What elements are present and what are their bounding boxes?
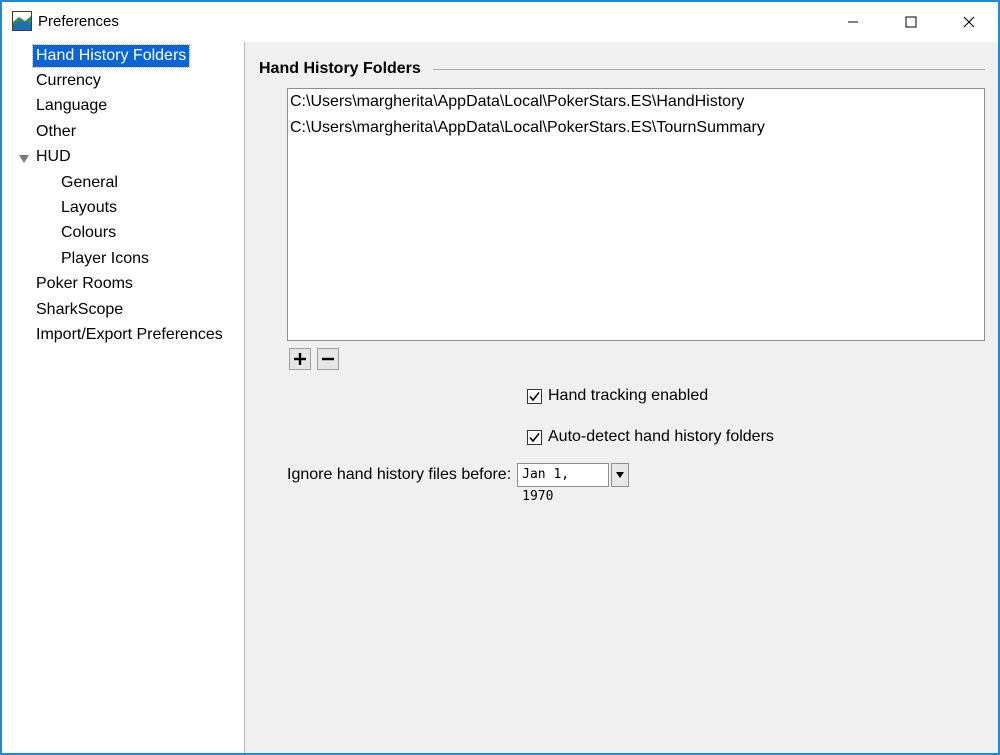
settings-panel: Hand History Folders C:\Users\margherita… bbox=[245, 42, 998, 753]
expand-arrow-icon[interactable] bbox=[18, 152, 30, 164]
tree-item-sharkscope[interactable]: SharkScope bbox=[33, 299, 126, 321]
remove-folder-button[interactable] bbox=[317, 348, 339, 370]
minimize-button[interactable] bbox=[824, 2, 882, 42]
checkmark-icon bbox=[529, 432, 540, 442]
minimize-icon bbox=[848, 21, 858, 23]
close-icon bbox=[963, 16, 975, 28]
preferences-tree: Hand History Folders Currency Language O… bbox=[2, 42, 245, 753]
ignore-date-label: Ignore hand history files before: bbox=[287, 466, 512, 483]
app-logo-icon bbox=[12, 11, 32, 31]
close-button[interactable] bbox=[940, 2, 998, 42]
hand-tracking-option[interactable]: Hand tracking enabled bbox=[527, 385, 708, 407]
folder-list-item[interactable]: C:\Users\margherita\AppData\Local\PokerS… bbox=[290, 116, 765, 140]
section-divider bbox=[433, 69, 985, 70]
hand-tracking-checkbox[interactable] bbox=[527, 388, 542, 404]
tree-item-other[interactable]: Other bbox=[33, 121, 79, 143]
add-folder-button[interactable] bbox=[289, 348, 311, 370]
tree-item-language[interactable]: Language bbox=[33, 95, 110, 117]
tree-item-hud-general[interactable]: General bbox=[58, 172, 121, 194]
minus-icon bbox=[322, 357, 334, 361]
auto-detect-checkbox[interactable] bbox=[527, 429, 542, 445]
tree-item-currency[interactable]: Currency bbox=[33, 70, 104, 92]
tree-item-hud-player-icons[interactable]: Player Icons bbox=[58, 248, 152, 270]
maximize-icon bbox=[905, 16, 917, 28]
plus-icon bbox=[294, 353, 306, 365]
tree-item-hand-history-folders[interactable]: Hand History Folders bbox=[31, 44, 191, 68]
tree-item-poker-rooms[interactable]: Poker Rooms bbox=[33, 273, 136, 295]
preferences-window: Preferences Hand History Folders Currenc… bbox=[0, 0, 1000, 755]
auto-detect-label: Auto-detect hand history folders bbox=[548, 428, 774, 445]
section-title: Hand History Folders bbox=[259, 60, 421, 77]
folder-list-item[interactable]: C:\Users\margherita\AppData\Local\PokerS… bbox=[290, 90, 744, 114]
tree-item-hud[interactable]: HUD bbox=[33, 146, 74, 168]
window-title: Preferences bbox=[38, 13, 119, 30]
ignore-date-field[interactable]: Jan 1, 1970 bbox=[517, 463, 610, 504]
tree-item-hud-colours[interactable]: Colours bbox=[58, 222, 119, 244]
chevron-down-icon bbox=[616, 472, 625, 478]
title-bar[interactable]: Preferences bbox=[2, 2, 998, 42]
maximize-button[interactable] bbox=[882, 2, 940, 42]
tree-item-hud-layouts[interactable]: Layouts bbox=[58, 197, 120, 219]
auto-detect-option[interactable]: Auto-detect hand history folders bbox=[527, 426, 774, 448]
ignore-date-row: Ignore hand history files before: Jan 1,… bbox=[287, 462, 630, 504]
tree-item-import-export-preferences[interactable]: Import/Export Preferences bbox=[33, 324, 226, 346]
hand-tracking-label: Hand tracking enabled bbox=[548, 387, 709, 404]
folder-list[interactable]: C:\Users\margherita\AppData\Local\PokerS… bbox=[287, 88, 985, 341]
date-dropdown-button[interactable] bbox=[611, 463, 630, 487]
checkmark-icon bbox=[529, 391, 540, 401]
